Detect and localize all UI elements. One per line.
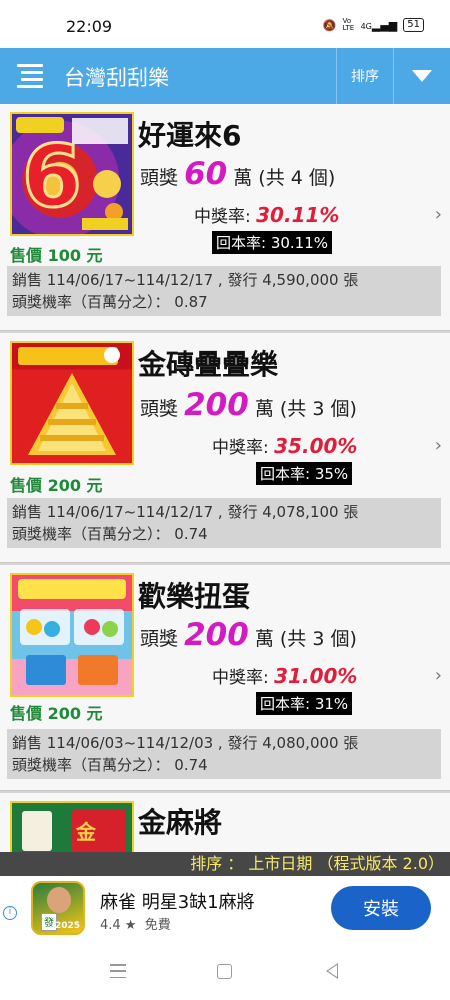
return-rate-badge: 回本率: 30.11% [212,231,333,254]
status-icons: 🔕 Vo LTE 4G▂▄▆ 51 [323,18,424,32]
top-prize-amount: 200 [184,617,249,653]
win-rate-value: 30.11% [256,203,340,227]
ticket-image [10,341,134,465]
ticket-list[interactable]: 6 售價 100 元 好運來6 頭獎 60 萬 (共 4 個) 中獎率: 30.… [0,104,450,852]
ticket-price: 售價 200 元 [10,704,103,723]
svg-text:6: 6 [22,127,82,227]
ad-app-icon[interactable]: 發 2025 [31,881,85,935]
recent-apps-icon[interactable] [110,964,126,978]
top-prize: 頭獎 60 萬 (共 4 個) [140,156,335,192]
ad-title[interactable]: 麻雀 明星3缺1麻將 [100,888,255,914]
ticket-image: 金 [10,801,134,852]
top-prize-amount: 60 [184,156,228,192]
dropdown-arrow-icon [412,70,432,82]
ticket-price: 售價 200 元 [10,476,103,495]
menu-icon [17,64,43,67]
mahjong-ticket-image: 金 [22,809,126,852]
status-bar: 22:09 🔕 Vo LTE 4G▂▄▆ 51 [0,0,450,48]
back-icon[interactable] [326,963,338,979]
gachapon-ticket-image [18,579,126,685]
gold-bricks-ticket-image [18,347,120,455]
ticket-name: 金磚疊疊樂 [138,348,279,381]
chevron-right-icon: › [434,665,442,686]
top-prize-label: 頭獎 [140,398,179,420]
ticket-card[interactable]: 6 售價 100 元 好運來6 頭獎 60 萬 (共 4 個) 中獎率: 30.… [0,104,450,331]
battery-level: 51 [407,19,420,30]
svg-text:金: 金 [75,820,97,844]
win-rate: 中獎率: 31.00% [212,663,357,688]
menu-button[interactable] [8,54,52,98]
ticket-image [10,573,134,697]
ticket-info: 銷售 114/06/17~114/12/17 , 發行 4,590,000 張 … [7,266,441,316]
volte-icon: Vo LTE [342,17,355,32]
win-rate-label: 中獎率: [212,668,269,688]
win-rate-label: 中獎率: [194,207,251,227]
ad-app-icon-year: 2025 [55,921,81,931]
install-button[interactable]: 安裝 [331,886,431,930]
sales-info: 銷售 114/06/03~114/12/03 , 發行 4,080,000 張 [12,734,359,752]
ticket-info: 銷售 114/06/17~114/12/17 , 發行 4,078,100 張 … [7,498,441,548]
top-prize-label: 頭獎 [140,628,179,650]
ticket-card[interactable]: 金 金麻將 [0,793,450,852]
win-rate: 中獎率: 30.11% [194,202,339,227]
ad-price: 免費 [144,918,171,933]
menu-icon-line [21,78,43,81]
ticket-name: 歡樂扭蛋 [138,580,251,613]
ticket-info: 銷售 114/06/03~114/12/03 , 發行 4,080,000 張 … [7,729,441,779]
ad-info-icon[interactable]: i [3,906,17,920]
mute-icon: 🔕 [322,18,337,32]
ad-banner[interactable]: i 發 2025 麻雀 明星3缺1麻將 4.4 ★ 免費 安裝 [0,876,450,946]
ad-app-icon-face [47,887,71,913]
return-rate-badge: 回本率: 35% [256,462,353,485]
ad-meta: 4.4 ★ 免費 [100,914,171,933]
status-time: 22:09 [66,17,113,36]
app-bar: 台灣刮刮樂 排序 [0,48,450,104]
ticket-card[interactable]: 售價 200 元 金磚疊疊樂 頭獎 200 萬 (共 3 個) 中獎率: 35.… [0,333,450,563]
ad-rating: 4.4 ★ [100,918,137,933]
sales-info: 銷售 114/06/17~114/12/17 , 發行 4,590,000 張 [12,271,359,289]
top-prize: 頭獎 200 萬 (共 3 個) [140,387,357,423]
menu-icon-line [17,85,43,88]
return-rate-badge: 回本率: 31% [256,692,353,715]
ticket-image: 6 [10,112,134,236]
menu-icon-line [21,71,43,74]
system-nav-bar [0,946,450,1000]
top-prize-label: 頭獎 [140,167,179,189]
win-rate-value: 35.00% [274,434,358,458]
ticket-name: 好運來6 [138,119,242,152]
ticket-price: 售價 100 元 [10,246,103,265]
top-prize-suffix: 萬 (共 4 個) [233,167,336,189]
battery-icon: 51 [403,18,424,32]
network-type: 4G [360,21,372,31]
sort-button[interactable]: 排序 [336,48,393,104]
sort-status-bar: 排序 ： 上市日期 （程式版本 2.0） [0,852,450,876]
top-prize-suffix: 萬 (共 3 個) [254,398,357,420]
signal-icon: 4G▂▄▆ [360,18,398,32]
win-rate-value: 31.00% [274,664,358,688]
chevron-right-icon: › [434,435,442,456]
app-title: 台灣刮刮樂 [64,66,169,90]
home-icon[interactable] [217,964,232,979]
top-prize-odds: 頭獎機率（百萬分之）： 0.74 [12,756,208,774]
sales-info: 銷售 114/06/17~114/12/17 , 發行 4,078,100 張 [12,503,359,521]
win-rate-label: 中獎率: [212,438,269,458]
ticket-card[interactable]: 售價 200 元 歡樂扭蛋 頭獎 200 萬 (共 3 個) 中獎率: 31.0… [0,565,450,791]
ticket-name: 金麻將 [138,806,223,839]
win-rate: 中獎率: 35.00% [212,433,357,458]
top-prize-amount: 200 [184,387,249,423]
top-prize-odds: 頭獎機率（百萬分之）： 0.74 [12,525,208,543]
top-prize-odds: 頭獎機率（百萬分之）： 0.87 [12,293,208,311]
top-prize-suffix: 萬 (共 3 個) [254,628,357,650]
chevron-right-icon: › [434,204,442,225]
top-prize: 頭獎 200 萬 (共 3 個) [140,617,357,653]
lucky-6-ticket-image: 6 [16,117,128,230]
dropdown-button[interactable] [393,48,450,104]
